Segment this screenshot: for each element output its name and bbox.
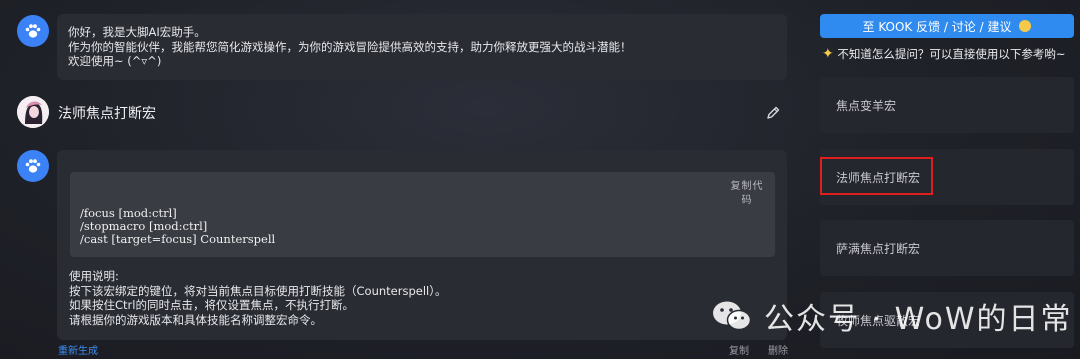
user-avatar	[17, 96, 49, 128]
kook-feedback-label: 至 KOOK 反馈 / 讨论 / 建议	[862, 19, 1012, 34]
usage-title: 使用说明:	[69, 269, 119, 283]
welcome-line: 你好，我是大脚AI宏助手。	[68, 25, 206, 39]
hint-label: 不知道怎么提问？可以直接使用以下参考哟~	[837, 47, 1066, 61]
suggestion-label: 焦点变羊宏	[836, 99, 897, 113]
welcome-line: 欢迎使用~ (^▿^)	[68, 54, 162, 68]
bot-avatar	[17, 15, 49, 47]
usage-line: 按下该宏绑定的键位，将对当前焦点目标使用打断技能（Counterspell）。	[69, 283, 447, 298]
watermark-text: 公众号 · WoW的日常	[764, 302, 1073, 337]
watermark: 公众号 · WoW的日常	[712, 294, 1073, 338]
paw-icon	[25, 159, 41, 173]
code-line: /cast [target=focus] Counterspell	[80, 232, 276, 246]
welcome-line: 作为你的智能伙伴，我能帮您简化游戏操作，为你的游戏冒险提供高效的支持，助力你释放…	[68, 39, 632, 54]
copy-button[interactable]: 复制	[729, 342, 749, 357]
edit-button[interactable]	[765, 105, 781, 121]
welcome-message: 你好，我是大脚AI宏助手。 作为你的智能伙伴，我能帮您简化游戏操作，为你的游戏冒…	[57, 14, 787, 80]
paw-icon	[25, 24, 41, 38]
usage-line: 如果按住Ctrl的同时点击，将仅设置焦点，不执行打断。	[69, 298, 354, 312]
wechat-icon	[713, 301, 752, 331]
kook-feedback-button[interactable]: 至 KOOK 反馈 / 讨论 / 建议	[820, 14, 1074, 38]
character-avatar-icon	[17, 96, 49, 128]
smiley-icon	[1019, 20, 1032, 32]
copy-code-button[interactable]: 复制代码	[729, 180, 765, 208]
regenerate-button[interactable]: 重新生成	[58, 342, 98, 357]
hint-text: ✦ 不知道怎么提问？可以直接使用以下参考哟~	[822, 46, 1066, 62]
highlight-box	[820, 157, 933, 195]
sparkle-icon: ✦	[822, 46, 834, 62]
delete-button[interactable]: 删除	[768, 342, 788, 357]
code-block: 复制代码 /focus [mod:ctrl] /stopmacro [mod:c…	[70, 172, 775, 257]
suggestion-label: 萨满焦点打断宏	[836, 242, 921, 256]
usage-line: 请根据你的游戏版本和具体技能名称调整宏命令。	[69, 312, 322, 327]
bot-avatar	[17, 150, 49, 182]
suggestion-card[interactable]: 萨满焦点打断宏	[820, 220, 1074, 276]
user-query: 法师焦点打断宏	[58, 106, 156, 122]
suggestion-card[interactable]: 焦点变羊宏	[820, 77, 1074, 133]
pencil-icon	[767, 106, 780, 119]
